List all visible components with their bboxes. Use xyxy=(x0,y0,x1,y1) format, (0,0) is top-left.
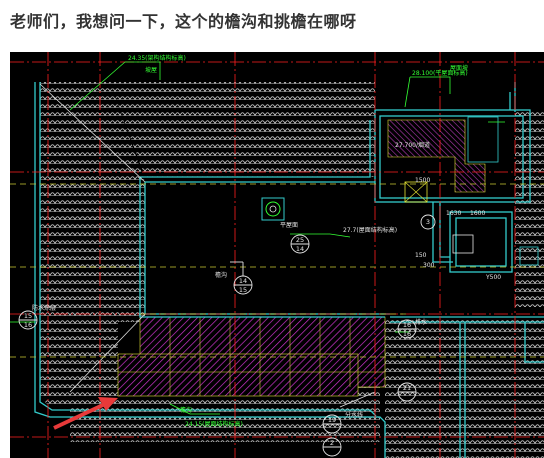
label-top-left-note: 24.35(架构结构标高) xyxy=(128,54,186,62)
label-small-b: 平屋面 xyxy=(280,222,298,229)
ref-16: 16 xyxy=(24,321,32,329)
label-dim-1630: 1630 xyxy=(446,210,461,217)
cad-drawing-image: 24.35(架构结构标高) 坡屋 28.100(平屋面标高) 屋面坡 24.15… xyxy=(10,52,544,458)
flue-circle-symbol xyxy=(261,197,285,221)
label-flue: 27.700/烟道 xyxy=(395,141,430,149)
label-dim-1600: 1600 xyxy=(470,210,485,217)
label-dim-1500: 1500 xyxy=(415,177,430,184)
post-title: 老师们，我想问一下，这个的檐沟和挑檐在哪呀 xyxy=(10,12,357,31)
ref-21: 21 xyxy=(403,384,411,392)
ref-3: 3 xyxy=(426,218,430,226)
ref-25: 25 xyxy=(296,236,304,244)
label-small-c: 檐沟 xyxy=(215,271,227,279)
label-bottom-left-note: 24.15(屋面结构标高) xyxy=(185,420,243,428)
label-top-left-sub: 坡屋 xyxy=(145,66,157,74)
label-small-d: 排水 xyxy=(415,318,427,326)
ref-19: 19 xyxy=(328,416,336,424)
ref-2: 2 xyxy=(330,439,334,447)
label-small-a: 防水涂层 xyxy=(32,304,56,312)
ref-16b: 16 xyxy=(403,321,411,329)
ref-15: 15 xyxy=(24,312,32,320)
ref-14b: 14 xyxy=(239,277,247,285)
label-small-e: 分水线 xyxy=(345,411,363,419)
label-level-mid: 27.7(屋面结构标高) xyxy=(343,226,397,234)
label-dim-150: 150 xyxy=(415,252,427,259)
label-bottom-left-sub: 檐沟 xyxy=(180,406,192,414)
cad-canvas: 24.35(架构结构标高) 坡屋 28.100(平屋面标高) 屋面坡 24.15… xyxy=(10,52,544,458)
ref-14a: 14 xyxy=(296,245,304,253)
label-dim-300: 300 xyxy=(423,262,435,269)
ref-16c: 16 xyxy=(403,330,411,338)
ref-15b: 15 xyxy=(239,286,247,294)
label-dim-500: Y500 xyxy=(485,274,501,281)
hatched-roof-area xyxy=(117,316,386,397)
label-right-top-sub: 屋面坡 xyxy=(450,64,468,72)
